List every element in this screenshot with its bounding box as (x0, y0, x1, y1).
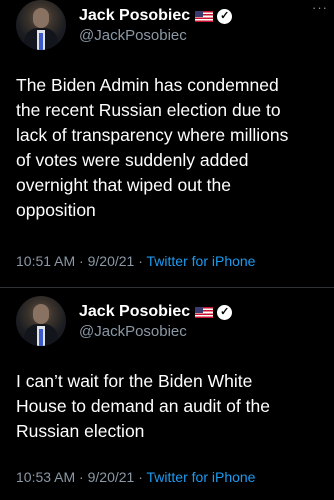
tweet-header: Jack Posobiec ✓ @JackPosobiec (16, 296, 316, 356)
tweet-1[interactable]: ··· Jack Posobiec ✓ @JackPosobiec The Bid… (0, 0, 334, 287)
tweet-header: Jack Posobiec ✓ @JackPosobiec (16, 0, 316, 60)
us-flag-icon (195, 10, 214, 22)
meta-separator: · (138, 253, 143, 269)
author-handle[interactable]: @JackPosobiec (79, 322, 232, 342)
avatar[interactable] (16, 0, 66, 50)
tweet-source-link[interactable]: Twitter for iPhone (147, 253, 256, 269)
tweet-2[interactable]: Jack Posobiec ✓ @JackPosobiec I can’t wai… (0, 290, 334, 500)
author-names: Jack Posobiec ✓ @JackPosobiec (79, 302, 233, 342)
tweet-text: I can’t wait for the Biden White House t… (16, 371, 270, 441)
tweet-time[interactable]: 10:53 AM (16, 469, 75, 485)
tweet-meta: 10:51 AM · 9/20/21 · Twitter for iPhone (16, 253, 255, 269)
author-display-name[interactable]: Jack Posobiec (79, 6, 190, 26)
author-display-name[interactable]: Jack Posobiec (79, 302, 190, 322)
author-names: Jack Posobiec ✓ @JackPosobiec (79, 6, 233, 46)
tweet-source-link[interactable]: Twitter for iPhone (147, 469, 256, 485)
tweet-meta: 10:53 AM · 9/20/21 · Twitter for iPhone (16, 469, 255, 485)
meta-separator: · (79, 469, 84, 485)
tweet-time[interactable]: 10:51 AM (16, 253, 75, 269)
avatar[interactable] (16, 296, 66, 346)
verified-badge-icon: ✓ (217, 8, 233, 24)
tweet-divider (0, 287, 334, 288)
meta-separator: · (138, 469, 143, 485)
verified-badge-icon: ✓ (217, 304, 233, 320)
us-flag-icon (195, 306, 214, 318)
author-handle[interactable]: @JackPosobiec (79, 26, 232, 46)
meta-separator: · (79, 253, 84, 269)
tweet-date[interactable]: 9/20/21 (88, 469, 135, 485)
tweet-date[interactable]: 9/20/21 (88, 253, 135, 269)
tweet-text: The Biden Admin has condemned the recent… (16, 75, 289, 220)
